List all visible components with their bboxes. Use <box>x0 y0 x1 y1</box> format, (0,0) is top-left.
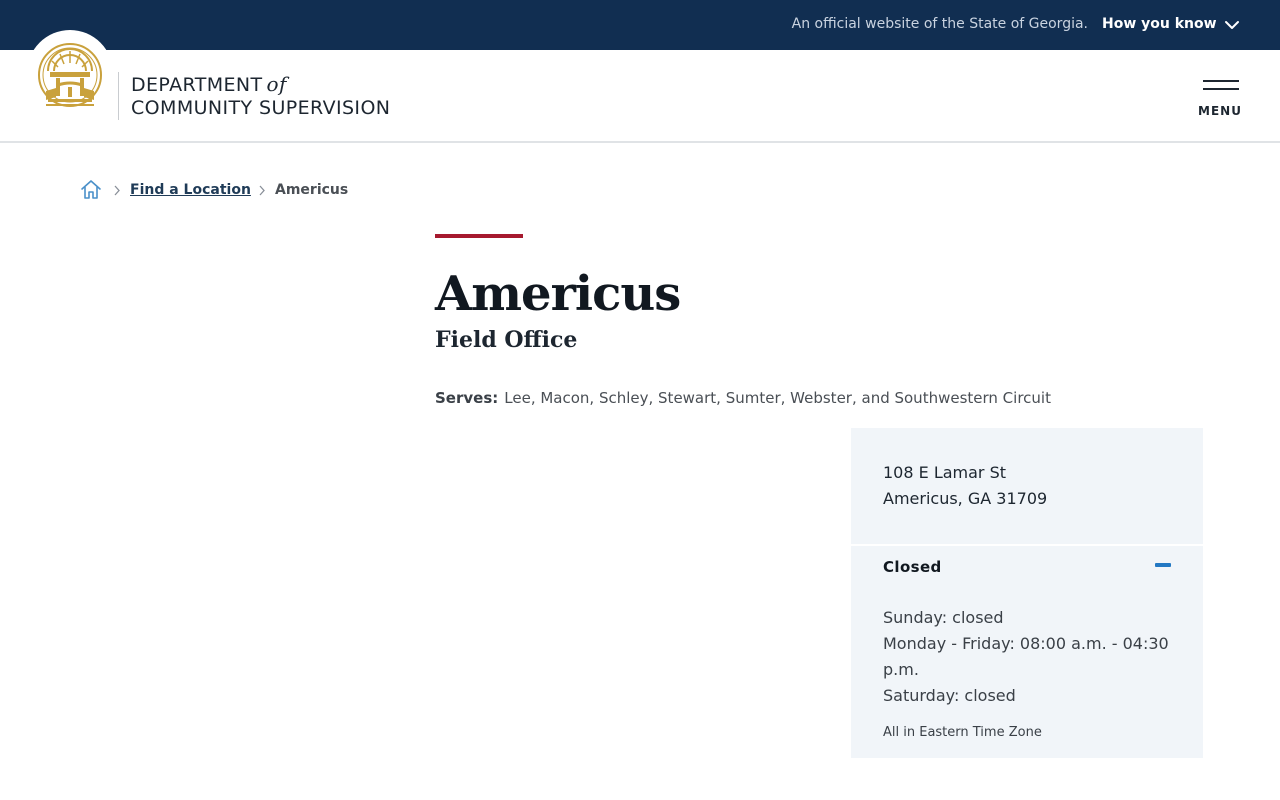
hours-saturday: Saturday: closed <box>883 686 1016 705</box>
breadcrumb-current: Americus <box>275 182 349 198</box>
hamburger-icon <box>1203 80 1239 82</box>
minus-icon[interactable] <box>1155 563 1171 567</box>
chevron-right-icon <box>114 185 120 196</box>
official-site-text: An official website of the State of Geor… <box>791 16 1088 32</box>
chevron-right-icon <box>259 185 265 196</box>
hours-weekdays-wrap: p.m. <box>883 660 919 679</box>
location-info-card: 108 E Lamar St Americus, GA 31709 Closed… <box>851 428 1203 758</box>
department-word: DEPARTMENT <box>131 74 263 96</box>
site-header: DEPARTMENT of COMMUNITY SUPERVISION MENU <box>0 30 1280 143</box>
hamburger-icon-bar <box>1203 88 1239 90</box>
office-type: Field Office <box>435 327 578 353</box>
menu-button[interactable]: MENU <box>1196 76 1244 120</box>
timezone-note: All in Eastern Time Zone <box>883 725 1042 740</box>
serves-row: Serves: Lee, Macon, Schley, Stewart, Sumt… <box>435 389 1051 407</box>
address-line-2: Americus, GA 31709 <box>883 489 1048 508</box>
title-accent-rule <box>435 234 523 238</box>
hours-weekdays: Monday - Friday: 08:00 a.m. - 04:30 <box>883 634 1169 653</box>
georgia-seal-icon[interactable] <box>36 41 104 109</box>
hours-accordion-toggle[interactable]: Closed <box>851 546 1203 588</box>
address-line-1: 108 E Lamar St <box>883 463 1007 482</box>
open-status: Closed <box>883 558 942 576</box>
how-you-know-toggle[interactable]: How you know <box>1102 16 1217 32</box>
department-of: of <box>266 72 287 96</box>
logo-divider <box>118 72 119 120</box>
hours-sunday: Sunday: closed <box>883 608 1004 627</box>
department-name-line2[interactable]: COMMUNITY SUPERVISION <box>131 97 390 119</box>
department-name-line1[interactable]: DEPARTMENT of <box>131 72 287 96</box>
serves-label: Serves: <box>435 389 499 407</box>
official-banner: An official website of the State of Geor… <box>0 0 1280 50</box>
menu-label: MENU <box>1198 104 1242 118</box>
breadcrumb-find-location-link[interactable]: Find a Location <box>130 182 251 198</box>
chevron-down-icon[interactable] <box>1224 17 1240 33</box>
serves-value: Lee, Macon, Schley, Stewart, Sumter, Web… <box>504 389 1051 407</box>
home-icon[interactable] <box>80 178 102 200</box>
page-title: Americus <box>435 266 681 322</box>
